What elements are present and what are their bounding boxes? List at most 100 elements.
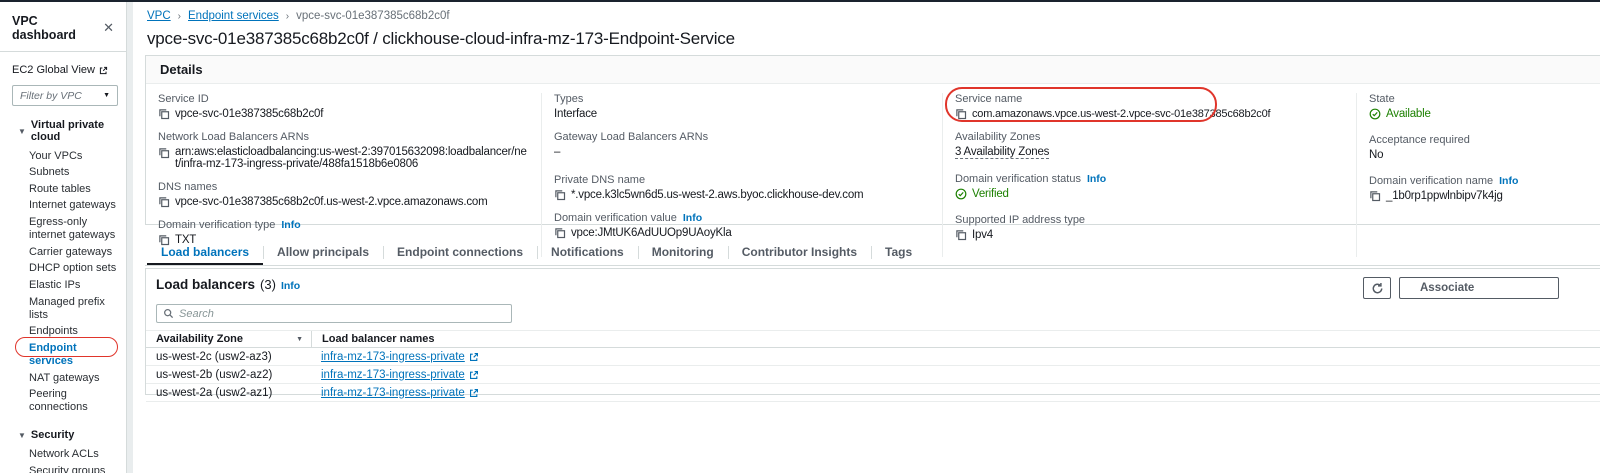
field-acceptance-required: Acceptance required No [1369, 134, 1600, 161]
field-dns-names: DNS names vpce-svc-01e387385c68b2c0f.us-… [158, 181, 529, 208]
sidebar-item-network-acls[interactable]: Network ACLs [29, 446, 118, 463]
tab-monitoring[interactable]: Monitoring [638, 240, 728, 265]
check-circle-icon [1369, 108, 1381, 120]
details-panel: Details Service ID vpce-svc-01e387385c68… [145, 55, 1600, 225]
load-balancers-title: Load balancers [156, 277, 255, 292]
breadcrumb-vpc-link[interactable]: VPC [147, 10, 171, 22]
info-link[interactable]: Info [1087, 173, 1106, 185]
field-domain-verification-name: Domain verification name Info _1b0rp1ppw… [1369, 175, 1600, 202]
main-content: VPC › Endpoint services › vpce-svc-01e38… [133, 2, 1600, 473]
external-link-icon [469, 370, 479, 380]
tab-bar: Load balancers Allow principals Endpoint… [145, 240, 1600, 266]
vpc-filter-placeholder: Filter by VPC [20, 90, 82, 102]
sidebar-section-title[interactable]: ▼ Virtual private cloud [18, 119, 118, 143]
copy-icon[interactable] [158, 147, 170, 159]
sidebar-item-security-groups[interactable]: Security groups [29, 463, 118, 473]
search-input[interactable] [179, 308, 505, 320]
sidebar-body: EC2 Global View Filter by VPC ▼ ▼ Virtua… [0, 52, 126, 473]
sidebar-header: VPC dashboard ✕ [0, 2, 126, 52]
tab-notifications[interactable]: Notifications [537, 240, 638, 265]
sidebar-item-endpoint-services[interactable]: Endpoint services [29, 340, 118, 370]
tab-tags[interactable]: Tags [871, 240, 926, 265]
check-circle-icon [955, 188, 967, 200]
sidebar-item-managed-prefix-lists[interactable]: Managed prefix lists [29, 294, 118, 324]
tab-allow-principals[interactable]: Allow principals [263, 240, 383, 265]
ec2-global-view-link[interactable]: EC2 Global View [12, 64, 108, 76]
sidebar-item-dhcp-option-sets[interactable]: DHCP option sets [29, 261, 118, 278]
load-balancers-count: (3) [260, 277, 276, 292]
load-balancer-link[interactable]: infra-mz-173-ingress-private [321, 369, 479, 381]
refresh-icon [1371, 282, 1384, 295]
external-link-icon [469, 388, 479, 398]
tab-endpoint-connections[interactable]: Endpoint connections [383, 240, 537, 265]
info-link[interactable]: Info [1499, 175, 1518, 187]
sidebar-item-route-tables[interactable]: Route tables [29, 181, 118, 198]
chevron-down-icon: ▼ [18, 127, 26, 136]
load-balancer-link[interactable]: infra-mz-173-ingress-private [321, 387, 479, 399]
details-column-2: Types Interface Gateway Load Balancers A… [541, 93, 942, 257]
sidebar-item-peering-connections[interactable]: Peering connections [29, 387, 118, 417]
associate-button[interactable]: Associate [1399, 277, 1559, 299]
az-cell: us-west-2a (usw2-az1) [156, 387, 272, 399]
load-balancer-link[interactable]: infra-mz-173-ingress-private [321, 351, 479, 363]
table-row: us-west-2b (usw2-az2) infra-mz-173-ingre… [146, 366, 1600, 384]
copy-icon[interactable] [158, 108, 170, 120]
sidebar-item-elastic-ips[interactable]: Elastic IPs [29, 277, 118, 294]
chevron-down-icon: ▼ [103, 92, 110, 99]
sidebar-item-endpoints[interactable]: Endpoints [29, 324, 118, 341]
breadcrumb-endpoint-services-link[interactable]: Endpoint services [188, 10, 279, 22]
breadcrumb-separator: › [286, 11, 289, 22]
vpc-sidebar: VPC dashboard ✕ EC2 Global View Filter b… [0, 2, 126, 473]
copy-icon[interactable] [1369, 190, 1381, 202]
search-box[interactable] [156, 304, 512, 323]
field-domain-verification-value: Domain verification value Info vpce:JMtU… [554, 212, 930, 239]
screen: VPC dashboard ✕ EC2 Global View Filter b… [0, 0, 1600, 473]
table-row: us-west-2c (usw2-az3) infra-mz-173-ingre… [146, 348, 1600, 366]
sort-descending-icon[interactable]: ▼ [296, 336, 303, 343]
copy-icon[interactable] [554, 189, 566, 201]
copy-icon[interactable] [158, 196, 170, 208]
load-balancers-panel: Load balancers (3) Info Associate [145, 268, 1600, 395]
external-link-icon [99, 66, 108, 75]
details-column-1: Service ID vpce-svc-01e387385c68b2c0f Ne… [146, 93, 541, 257]
vpc-filter-select[interactable]: Filter by VPC ▼ [12, 85, 118, 106]
field-availability-zones: Availability Zones 3 Availability Zones [955, 131, 1344, 159]
close-icon[interactable]: ✕ [103, 23, 114, 33]
tab-contributor-insights[interactable]: Contributor Insights [728, 240, 871, 265]
column-header-availability-zone[interactable]: Availability Zone [156, 333, 243, 345]
sidebar-item-nat-gateways[interactable]: NAT gateways [29, 370, 118, 387]
load-balancers-table: Availability Zone ▼ Load balancer names … [146, 330, 1600, 402]
az-cell: us-west-2c (usw2-az3) [156, 351, 272, 363]
field-state: State Available [1369, 93, 1600, 120]
sidebar-section-vpc: ▼ Virtual private cloud Your VPCs Subnet… [12, 119, 118, 416]
availability-zones-link[interactable]: 3 Availability Zones [955, 146, 1049, 159]
field-private-dns-name: Private DNS name *.vpce.k3lc5wn6d5.us-we… [554, 174, 930, 201]
sidebar-item-your-vpcs[interactable]: Your VPCs [29, 148, 118, 165]
breadcrumb: VPC › Endpoint services › vpce-svc-01e38… [147, 10, 450, 22]
sidebar-item-subnets[interactable]: Subnets [29, 165, 118, 182]
copy-icon[interactable] [955, 108, 967, 120]
field-types: Types Interface [554, 93, 930, 120]
sidebar-item-internet-gateways[interactable]: Internet gateways [29, 198, 118, 215]
info-link[interactable]: Info [683, 212, 702, 224]
info-link[interactable]: Info [281, 219, 300, 231]
field-gateway-lb-arns: Gateway Load Balancers ARNs – [554, 131, 930, 158]
sidebar-section-title[interactable]: ▼ Security [18, 429, 118, 441]
tab-load-balancers[interactable]: Load balancers [147, 240, 263, 265]
details-panel-title: Details [146, 56, 1600, 84]
sidebar-title: VPC dashboard [12, 14, 103, 42]
info-link[interactable]: Info [281, 280, 300, 292]
external-link-icon [469, 352, 479, 362]
field-service-name: Service name com.amazonaws.vpce.us-west-… [955, 93, 1344, 120]
sidebar-item-egress-only-internet-gateways[interactable]: Egress-only internet gateways [29, 214, 118, 244]
field-domain-verification-status: Domain verification status Info Verified [955, 173, 1344, 200]
column-header-lb-names: Load balancer names [322, 333, 435, 345]
sidebar-item-carrier-gateways[interactable]: Carrier gateways [29, 244, 118, 261]
breadcrumb-separator: › [178, 11, 181, 22]
sidebar-divider [126, 2, 133, 473]
sidebar-section-security: ▼ Security Network ACLs Security groups [12, 429, 118, 473]
refresh-button[interactable] [1363, 277, 1391, 299]
table-header-row: Availability Zone ▼ Load balancer names [146, 330, 1600, 348]
field-supported-ip-type: Supported IP address type Ipv4 [955, 214, 1344, 241]
copy-icon[interactable] [554, 227, 566, 239]
